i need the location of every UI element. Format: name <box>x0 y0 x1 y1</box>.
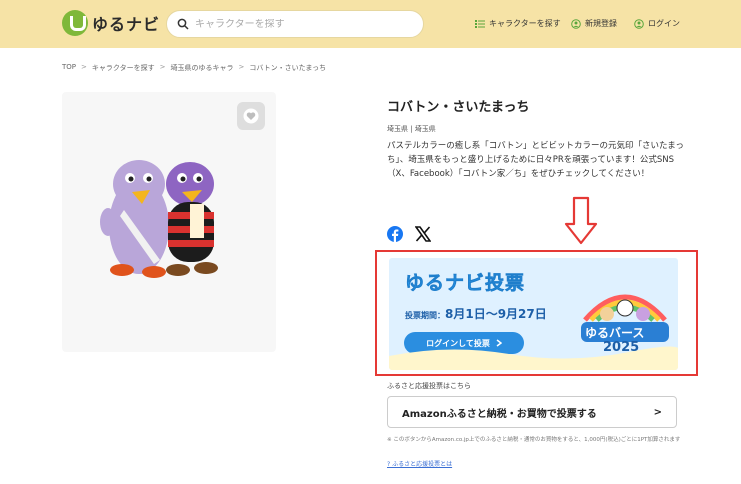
breadcrumb-separator: > <box>238 63 245 71</box>
logo-text: ゆるナビ <box>92 15 161 34</box>
furusato-label: ふるさと応援投票はこちら <box>387 382 471 390</box>
search-box[interactable] <box>166 10 424 38</box>
nav-register[interactable]: 新規登録 <box>571 18 617 29</box>
user-icon <box>571 18 581 29</box>
search-input[interactable] <box>195 18 415 30</box>
site-logo[interactable]: ゆるナビ <box>62 10 160 36</box>
breadcrumb-prefecture[interactable]: 埼玉県のゆるキャラ <box>171 63 234 73</box>
x-icon[interactable] <box>415 226 431 242</box>
character-illustration <box>100 160 218 278</box>
banner-period: 投票期間：8月1日～9月27日 <box>405 305 547 322</box>
favorite-button[interactable] <box>237 102 265 130</box>
annotation-down-arrow-icon <box>564 196 598 245</box>
banner-period-label: 投票期間： <box>405 311 445 320</box>
site-header: ゆるナビ キャラクターを探す 新規登録 ログイン <box>0 0 741 48</box>
nav-register-label: 新規登録 <box>585 19 617 28</box>
heart-icon <box>243 108 259 124</box>
banner-logo-text: ゆるバース <box>585 326 645 340</box>
amazon-furusato-button[interactable]: Amazonふるさと納税・お買物で投票する > <box>387 396 677 428</box>
character-image-panel <box>62 92 276 352</box>
breadcrumb-current: コバトン・さいたまっち <box>249 64 327 72</box>
amazon-button-label: Amazonふるさと納税・お買物で投票する <box>402 408 597 420</box>
facebook-icon[interactable] <box>387 226 403 242</box>
nav-login-label: ログイン <box>648 19 680 28</box>
banner-year: 2025 <box>603 340 640 355</box>
login-user-icon <box>634 18 644 29</box>
nav-login[interactable]: ログイン <box>634 18 680 29</box>
banner-title: ゆるナビ投票 <box>405 272 526 295</box>
nav-find-label: キャラクターを探す <box>489 19 561 28</box>
character-description: パステルカラーの癒し系「コバトン」とビビットカラーの元気印「さいたまっち」、埼玉… <box>387 141 684 179</box>
nav-find-characters[interactable]: キャラクターを探す <box>475 18 561 29</box>
banner-period-value: 8月1日～9月27日 <box>445 307 547 321</box>
furusato-help-link[interactable]: ? ふるさと応援投票とは <box>387 459 452 468</box>
furusato-note: ※ このボタンからAmazon.co.jp上でのふるさと納税・通常のお買物をする… <box>387 437 681 443</box>
breadcrumb: TOP > キャラクターを探す > 埼玉県のゆるキャラ > コバトン・さいたまっ… <box>62 63 326 73</box>
breadcrumb-find[interactable]: キャラクターを探す <box>92 63 155 73</box>
vote-banner[interactable]: ゆるナビ投票 投票期間：8月1日～9月27日 ログインして投票 ゆるバース 20… <box>389 258 678 370</box>
breadcrumb-separator: > <box>81 63 87 71</box>
logo-mark-icon <box>62 10 88 36</box>
list-icon <box>475 19 485 28</box>
search-icon <box>177 18 189 30</box>
sns-links <box>387 226 431 242</box>
breadcrumb-separator: > <box>159 63 166 71</box>
character-prefecture[interactable]: 埼玉県 | 埼玉県 <box>387 124 436 134</box>
breadcrumb-top[interactable]: TOP <box>62 63 76 73</box>
chevron-right-icon: > <box>653 406 662 418</box>
character-name: コバトン・さいたまっち <box>387 100 530 115</box>
